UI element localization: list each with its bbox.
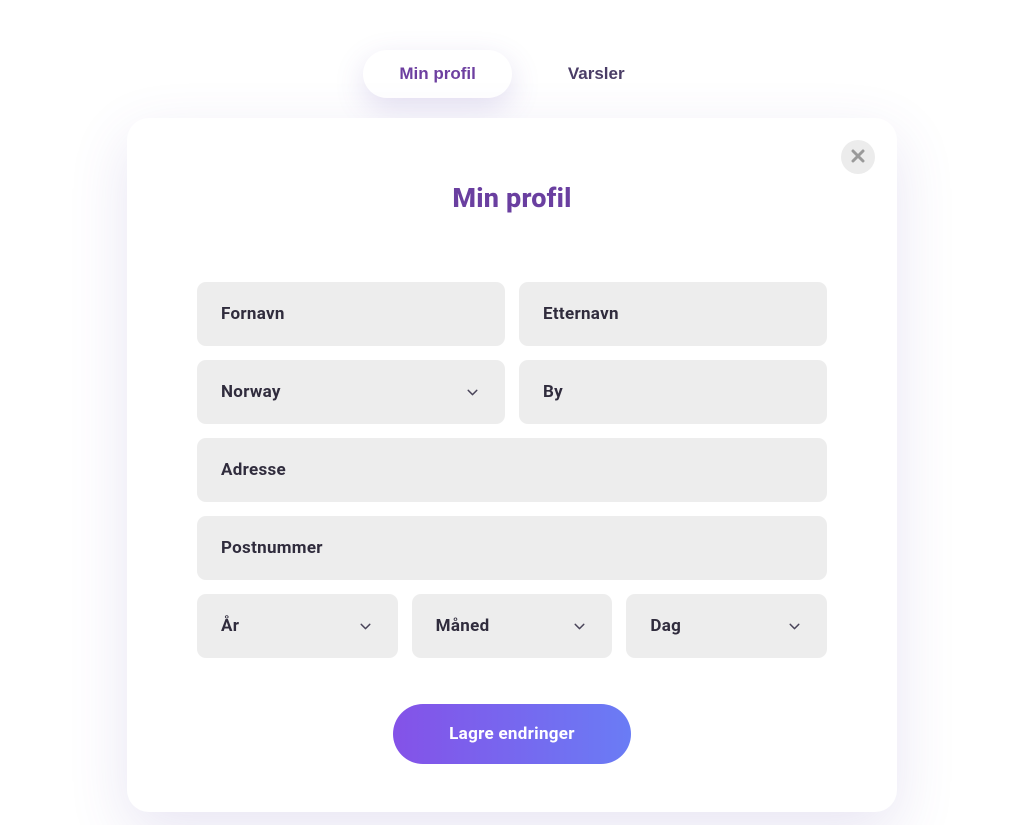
chevron-down-icon	[357, 618, 374, 635]
year-select[interactable]: År	[197, 594, 398, 658]
last-name-field-wrap	[519, 282, 827, 346]
last-name-input[interactable]	[543, 304, 803, 324]
save-button[interactable]: Lagre endringer	[393, 704, 631, 764]
close-icon	[851, 149, 865, 166]
country-selected-label: Norway	[221, 382, 464, 402]
profile-form: Norway	[197, 282, 827, 764]
year-select-label: År	[221, 616, 357, 636]
month-select-label: Måned	[436, 616, 572, 636]
tab-profile-label: Min profil	[399, 64, 475, 83]
address-field-wrap	[197, 438, 827, 502]
month-select[interactable]: Måned	[412, 594, 613, 658]
profile-card: Min profil Norway	[127, 118, 897, 812]
first-name-input[interactable]	[221, 304, 481, 324]
city-input[interactable]	[543, 382, 803, 402]
postal-code-field-wrap	[197, 516, 827, 580]
chevron-down-icon	[464, 384, 481, 401]
first-name-field-wrap	[197, 282, 505, 346]
city-field-wrap	[519, 360, 827, 424]
country-select[interactable]: Norway	[197, 360, 505, 424]
tabs-nav: Min profil Varsler	[363, 50, 660, 98]
chevron-down-icon	[571, 618, 588, 635]
close-button[interactable]	[841, 140, 875, 174]
day-select[interactable]: Dag	[626, 594, 827, 658]
tab-notifications-label: Varsler	[568, 64, 625, 83]
postal-code-input[interactable]	[221, 538, 803, 558]
page-title: Min profil	[197, 182, 827, 214]
address-input[interactable]	[221, 460, 803, 480]
day-select-label: Dag	[650, 616, 786, 636]
tab-notifications[interactable]: Varsler	[532, 50, 661, 98]
save-button-label: Lagre endringer	[449, 724, 575, 744]
chevron-down-icon	[786, 618, 803, 635]
tab-profile[interactable]: Min profil	[363, 50, 511, 98]
